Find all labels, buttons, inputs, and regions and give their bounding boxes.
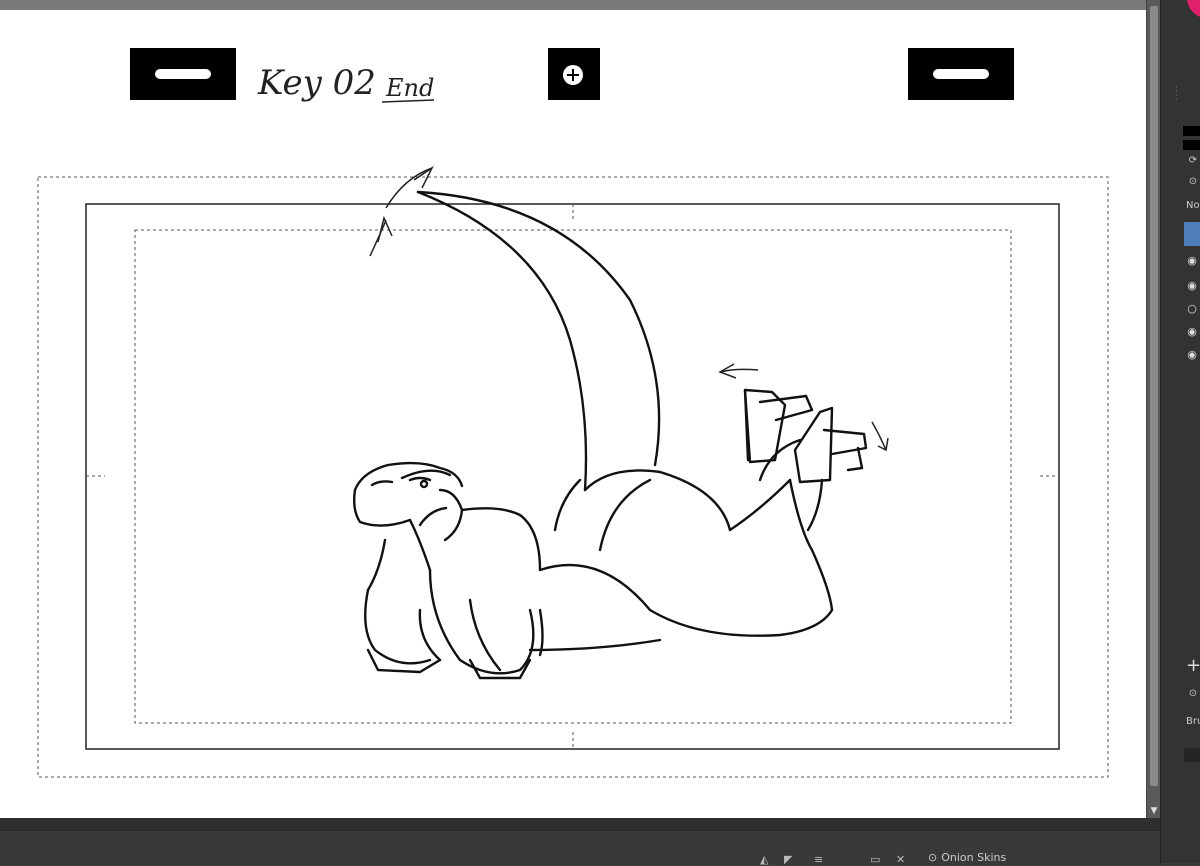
color-swatch-primary[interactable] [1183, 126, 1200, 136]
layer-visibility-eye-icon[interactable]: ◉ [1186, 326, 1198, 338]
close-icon[interactable]: ✕ [896, 853, 905, 866]
brand-accent-circle [1187, 0, 1200, 18]
lock-icon[interactable]: ⊙ [1187, 176, 1199, 188]
canvas-top-strip [0, 0, 1160, 10]
scrollbar-thumb[interactable] [1150, 6, 1158, 786]
artwork-svg: Key 02 End [37, 48, 1109, 778]
vertical-scrollbar[interactable]: ▼ [1146, 0, 1161, 818]
add-layer-plus-icon[interactable]: + [1186, 655, 1200, 676]
layers-panel: ···· ⟳ ⊙ No ◉ ◉ ○ ◉ ◉ + ⊙ Bru [1160, 0, 1200, 863]
lock-icon[interactable]: ⊙ [1187, 688, 1199, 700]
end-label: End [385, 74, 434, 102]
layer-hidden-circle-icon[interactable]: ○ [1186, 303, 1198, 315]
key-label: Key 02 [257, 63, 376, 103]
frame-icon[interactable]: ▭ [870, 853, 880, 866]
arrow-icon[interactable]: ◤ [784, 853, 792, 866]
onion-skins-label: Onion Skins [941, 851, 1007, 864]
panel-grip-icon[interactable]: · · · · [1175, 84, 1178, 104]
onion-skins-toggle[interactable]: ⊙ Onion Skins [928, 851, 1006, 864]
brush-field[interactable] [1184, 748, 1200, 762]
layer-visibility-eye-icon[interactable]: ◉ [1186, 280, 1198, 292]
color-swatch-secondary[interactable] [1183, 140, 1200, 150]
layers-icon[interactable]: ◭ [760, 853, 768, 866]
selected-layer-row[interactable] [1184, 222, 1200, 246]
brush-label[interactable]: Bru [1186, 716, 1200, 727]
refresh-icon[interactable]: ⟳ [1187, 155, 1199, 167]
timeline-bar: ◭ ◤ ≡ ▭ ✕ ⊙ Onion Skins [0, 830, 1160, 866]
character-line-art [352, 190, 868, 680]
scroll-down-arrow-icon[interactable]: ▼ [1149, 806, 1159, 816]
minus-mark-icon-right [933, 69, 989, 79]
layer-visibility-eye-icon[interactable]: ◉ [1186, 349, 1198, 361]
drawing-canvas-area[interactable]: Key 02 End [0, 10, 1146, 818]
blend-mode-label[interactable]: No [1186, 200, 1200, 211]
safe-outer-frame [37, 176, 1109, 778]
lock-icon: ⊙ [928, 851, 938, 864]
camera-frame [85, 203, 1060, 750]
horizontal-scrollbar[interactable] [0, 818, 1160, 830]
drawing-paper[interactable]: Key 02 End [0, 10, 1146, 818]
layer-visibility-eye-icon[interactable]: ◉ [1186, 255, 1198, 267]
menu-icon[interactable]: ≡ [814, 853, 823, 866]
minus-mark-icon [155, 69, 211, 79]
